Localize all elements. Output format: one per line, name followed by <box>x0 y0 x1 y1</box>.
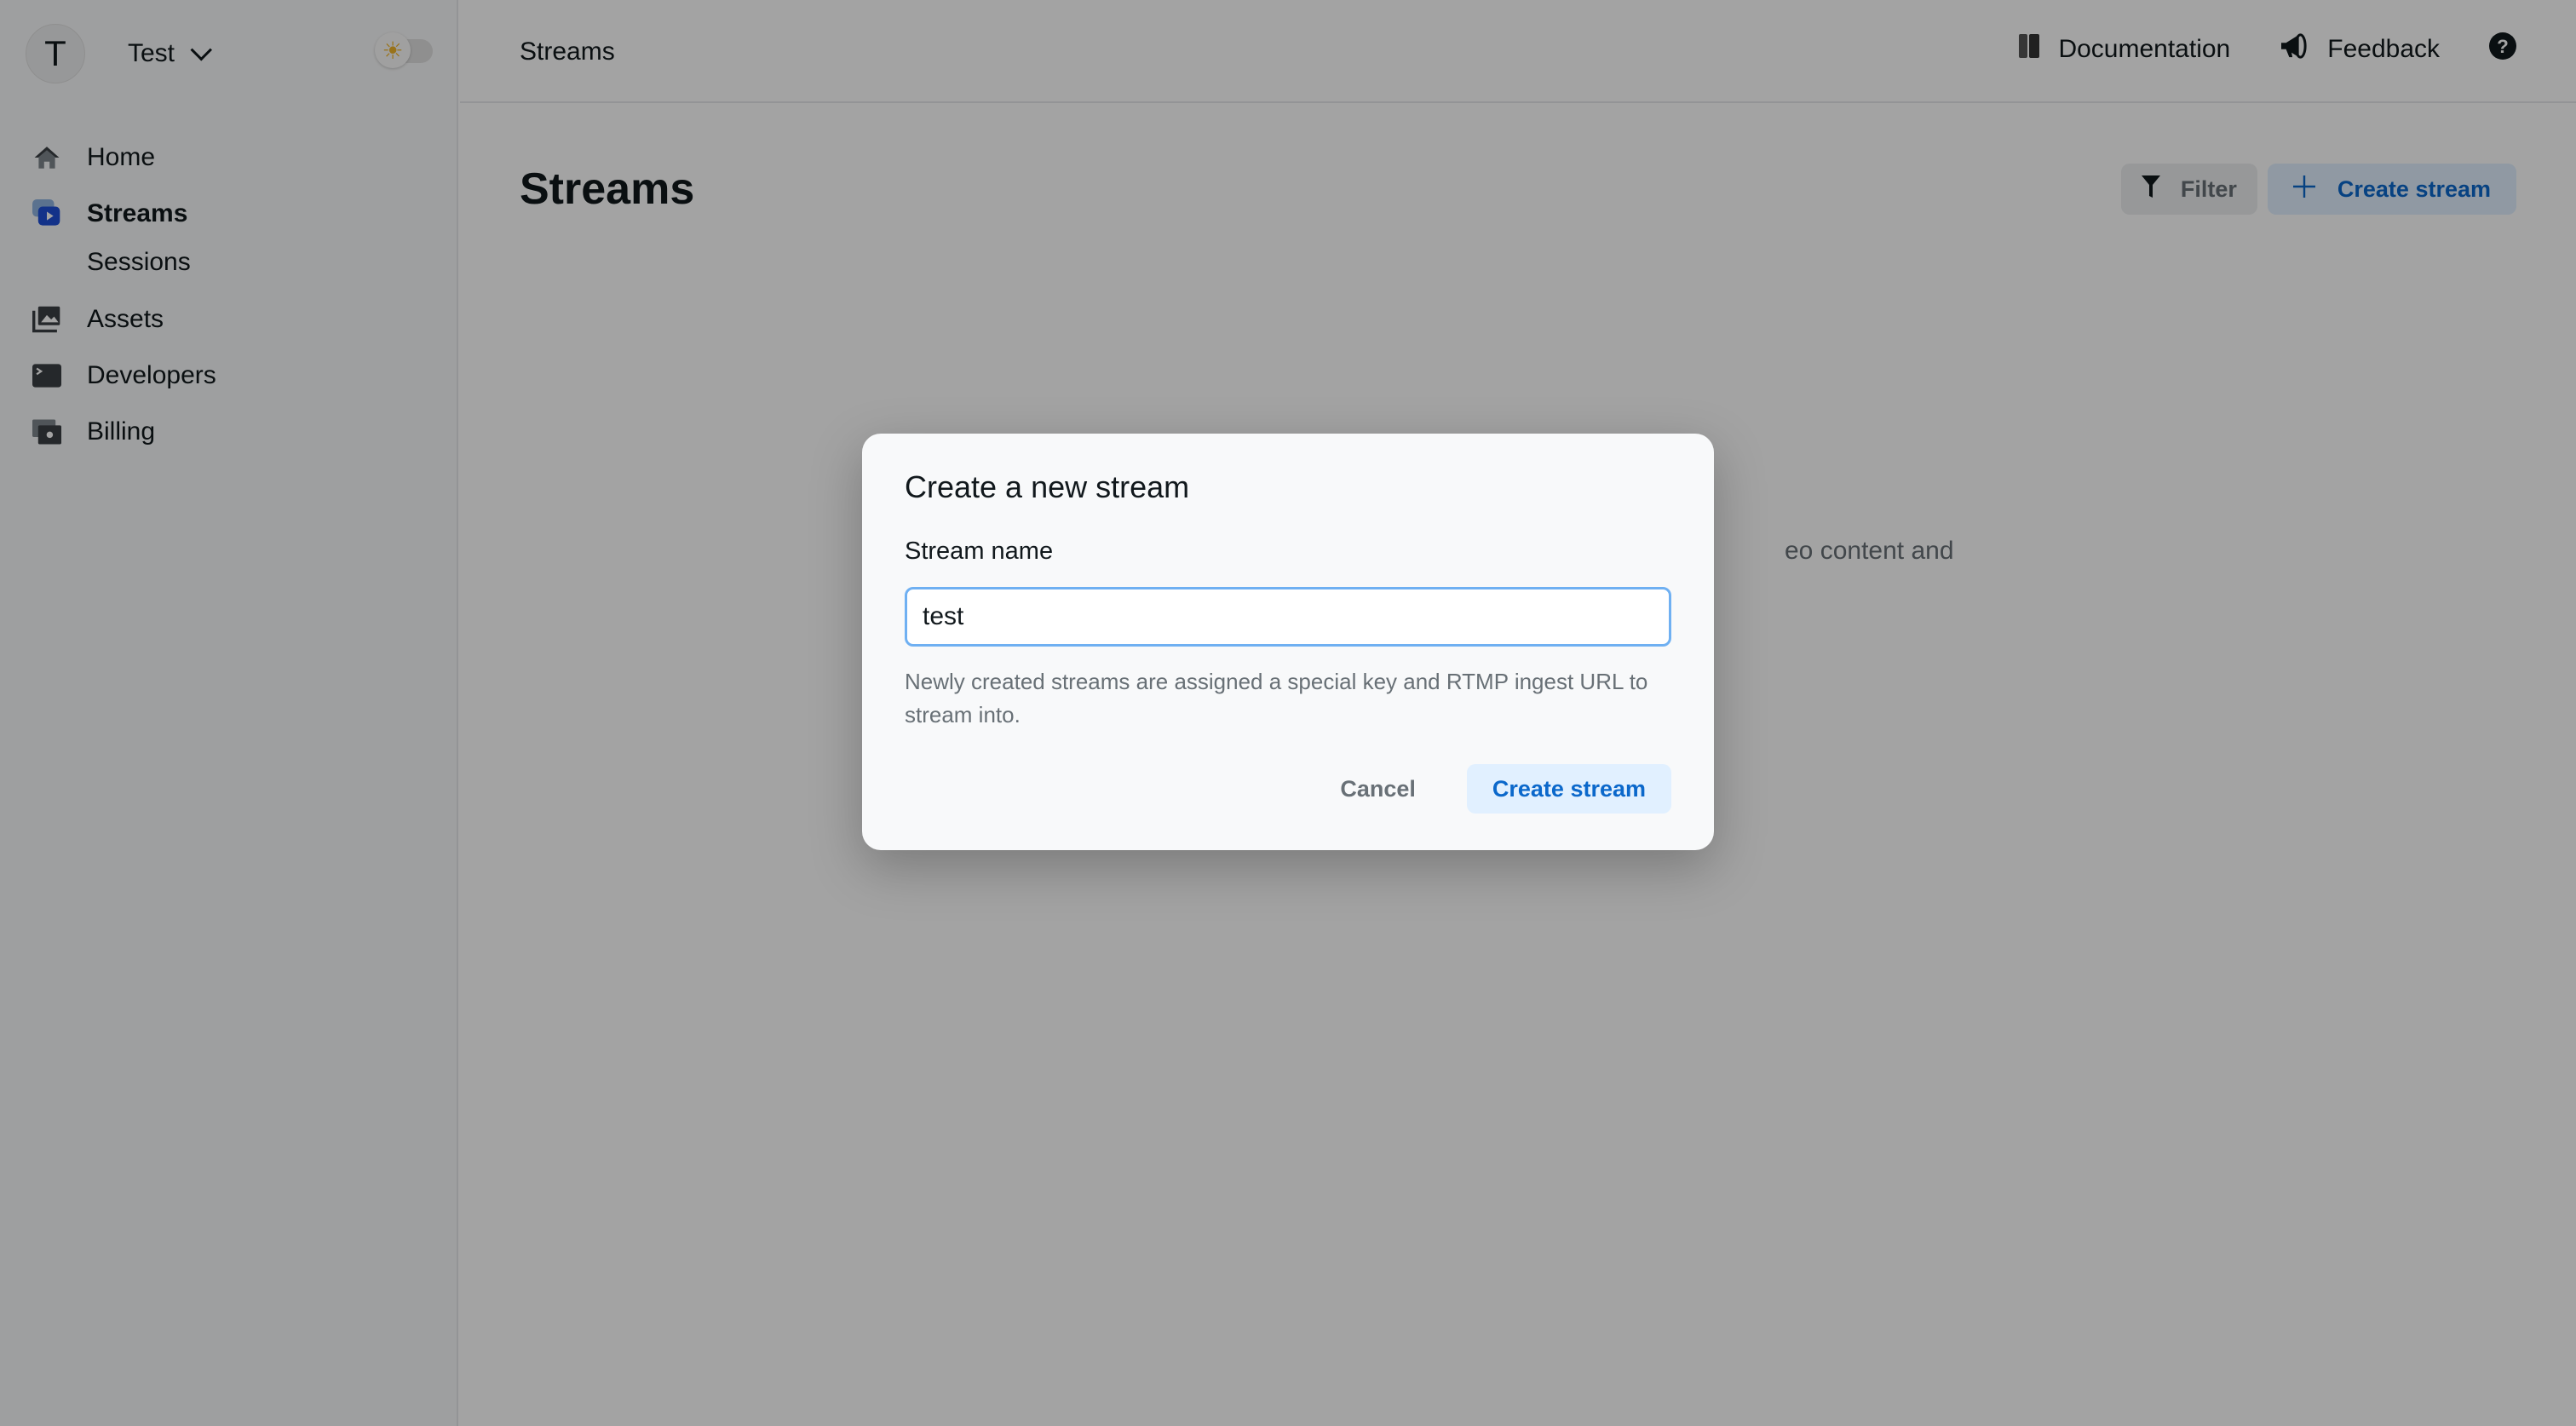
dialog-help-text: Newly created streams are assigned a spe… <box>905 669 1648 727</box>
cancel-button[interactable]: Cancel <box>1314 764 1441 814</box>
dialog-create-stream-button[interactable]: Create stream <box>1466 764 1671 814</box>
create-stream-dialog: Create a new stream Stream name Newly cr… <box>862 434 1714 850</box>
stream-name-input[interactable] <box>905 587 1671 647</box>
stream-name-label: Stream name <box>905 538 1054 565</box>
dialog-title: Create a new stream <box>905 469 1190 504</box>
